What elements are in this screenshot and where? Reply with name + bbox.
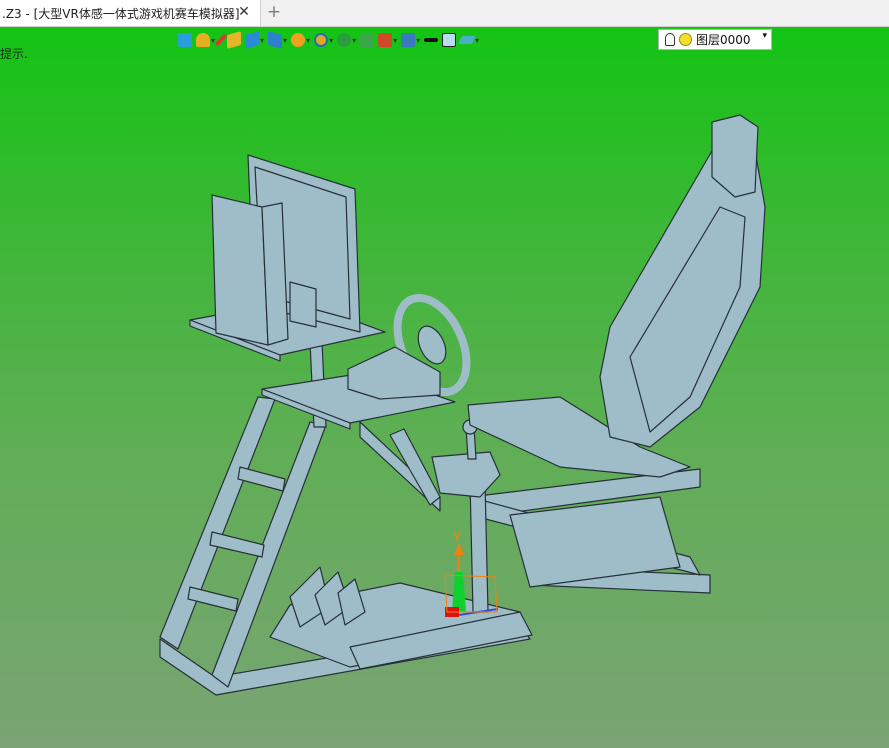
left-brace-1 [209, 531, 265, 558]
document-tab[interactable]: .Z3 - [大型VR体感一体式游戏机赛车模拟器] ✕ [0, 0, 261, 26]
left-brace-3 [237, 466, 286, 492]
left-brace-2 [187, 586, 239, 612]
axis-y-label: Y [452, 531, 461, 546]
new-tab-button[interactable]: + [266, 3, 282, 21]
left-upright-front [159, 396, 276, 650]
tab-bar: .Z3 - [大型VR体感一体式游戏机赛车模拟器] ✕ + [0, 0, 889, 27]
3d-viewport[interactable]: 提示. ▾ ▾ ▾ ▾ ▾ ▾ ▾ ▾ ▾ 图层0000 ▾ Y [0, 27, 889, 748]
wheel-post [469, 481, 489, 613]
document-tab-title: .Z3 - [大型VR体感一体式游戏机赛车模拟器] [2, 6, 240, 21]
simulator-model[interactable]: Y [0, 27, 889, 748]
monitor-stand [289, 281, 317, 328]
shifter-mount [431, 451, 501, 498]
axis-green-marker [452, 572, 466, 612]
console-tower [211, 194, 269, 346]
close-icon[interactable]: ✕ [236, 4, 252, 20]
